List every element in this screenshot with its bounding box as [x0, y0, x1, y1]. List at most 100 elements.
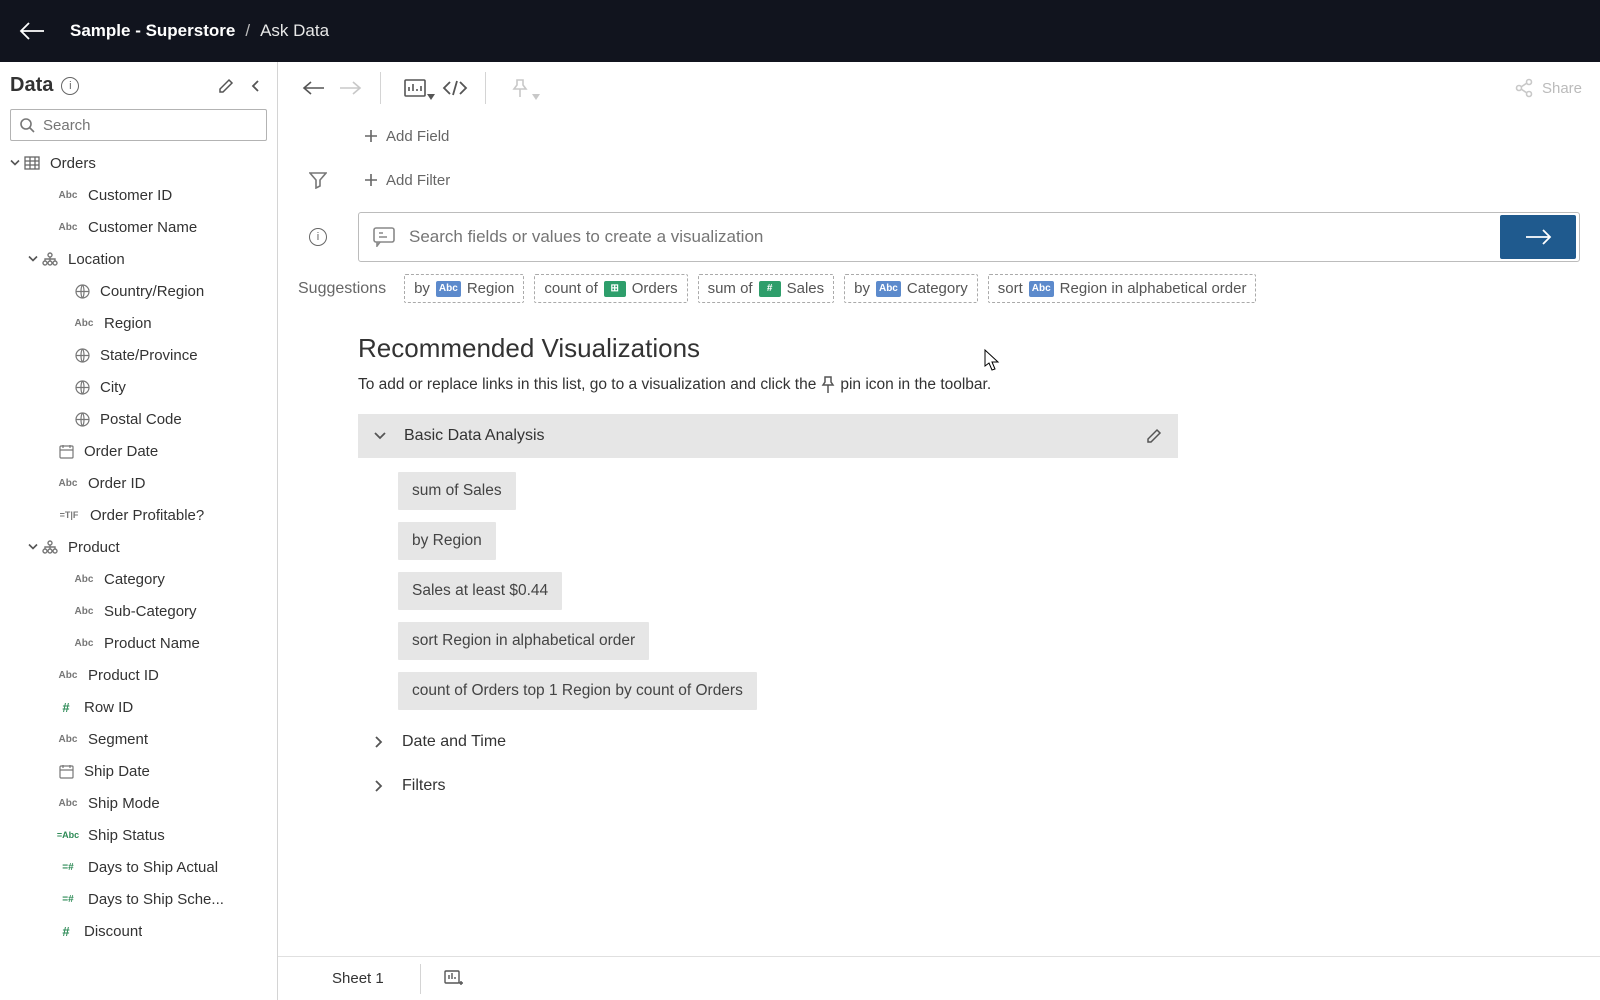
plus-icon — [364, 129, 378, 143]
suggestion-chip[interactable]: byAbcCategory — [844, 274, 978, 303]
field-label: Discount — [84, 923, 142, 940]
toolbar-separator — [485, 72, 486, 104]
share-button: Share — [1514, 78, 1582, 98]
field-product-id[interactable]: AbcProduct ID — [0, 659, 277, 691]
field-region[interactable]: AbcRegion — [0, 307, 277, 339]
add-field-button[interactable]: Add Field — [358, 124, 455, 149]
add-filter-button[interactable]: Add Filter — [358, 168, 456, 193]
info-icon[interactable]: i — [298, 228, 338, 246]
field-label: City — [100, 379, 126, 396]
field-label: Sub-Category — [104, 603, 197, 620]
code-button[interactable] — [437, 70, 473, 106]
field-order-profitable-[interactable]: =T|FOrder Profitable? — [0, 499, 277, 531]
field-label: Order Profitable? — [90, 507, 204, 524]
field-product[interactable]: Product — [0, 531, 277, 563]
group-label: Filters — [402, 777, 1162, 795]
info-icon[interactable]: i — [61, 77, 79, 95]
field-city[interactable]: City — [0, 371, 277, 403]
recommendation-link[interactable]: sum of Sales — [398, 472, 516, 510]
field-order-date[interactable]: Order Date — [0, 435, 277, 467]
share-icon — [1514, 78, 1534, 98]
recommendation-items: sum of Sales by Region Sales at least $0.4… — [358, 458, 1580, 720]
field-state-province[interactable]: State/Province — [0, 339, 277, 371]
recommendation-link[interactable]: sort Region in alphabetical order — [398, 622, 649, 660]
field-order-id[interactable]: AbcOrder ID — [0, 467, 277, 499]
field-type-badge: Abc — [876, 281, 901, 297]
undo-button[interactable] — [296, 70, 332, 106]
toolbar-separator — [380, 72, 381, 104]
edit-icon[interactable] — [1146, 428, 1162, 444]
suggestion-chip[interactable]: sum of#Sales — [698, 274, 835, 303]
suggestion-chip[interactable]: sortAbcRegion in alphabetical order — [988, 274, 1257, 303]
field-customer-name[interactable]: AbcCustomer Name — [0, 211, 277, 243]
field-label: Customer Name — [88, 219, 197, 236]
group-basic-data-analysis[interactable]: Basic Data Analysis — [358, 414, 1178, 458]
suggestions-label: Suggestions — [298, 280, 386, 298]
add-field-row: Add Field — [298, 114, 1580, 158]
field-label: Location — [68, 251, 125, 268]
field-days-to-ship-actual[interactable]: =#Days to Ship Actual — [0, 851, 277, 883]
chevron-down-icon — [427, 94, 435, 100]
field-label: Product ID — [88, 667, 159, 684]
collapse-sidebar-icon[interactable] — [245, 75, 267, 97]
field-type-badge: ⊞ — [604, 281, 626, 297]
field-label: Order ID — [88, 475, 146, 492]
recommendation-link[interactable]: Sales at least $0.44 — [398, 572, 562, 610]
sheet-tab[interactable]: Sheet 1 — [314, 962, 402, 995]
back-arrow-icon[interactable] — [18, 17, 46, 45]
field-location[interactable]: Location — [0, 243, 277, 275]
field-segment[interactable]: AbcSegment — [0, 723, 277, 755]
field-customer-id[interactable]: AbcCustomer ID — [0, 179, 277, 211]
field-product-name[interactable]: AbcProduct Name — [0, 627, 277, 659]
field-country-region[interactable]: Country/Region — [0, 275, 277, 307]
field-ship-date[interactable]: Ship Date — [0, 755, 277, 787]
group-label: Date and Time — [402, 733, 1162, 751]
share-label: Share — [1542, 80, 1582, 97]
add-field-label: Add Field — [386, 128, 449, 145]
new-sheet-button[interactable] — [439, 964, 469, 994]
field-postal-code[interactable]: Postal Code — [0, 403, 277, 435]
redo-button — [332, 70, 368, 106]
sidebar-header: Data i — [0, 62, 277, 103]
recommendation-link[interactable]: by Region — [398, 522, 496, 560]
viz-type-button[interactable] — [393, 70, 437, 106]
field-label: Region — [104, 315, 152, 332]
field-discount[interactable]: #Discount — [0, 915, 277, 947]
field-row-id[interactable]: #Row ID — [0, 691, 277, 723]
query-input[interactable] — [409, 227, 1497, 247]
group-label: Basic Data Analysis — [404, 427, 1128, 445]
field-ship-mode[interactable]: AbcShip Mode — [0, 787, 277, 819]
main-panel: Share Add Field Add Filter — [278, 62, 1600, 1000]
field-label: Row ID — [84, 699, 133, 716]
recommendation-link[interactable]: count of Orders top 1 Region by count of… — [398, 672, 757, 710]
top-nav: Sample - Superstore / Ask Data — [0, 0, 1600, 62]
pin-button — [498, 70, 542, 106]
plus-icon — [364, 173, 378, 187]
sidebar-search[interactable] — [10, 109, 267, 141]
field-label: Ship Mode — [88, 795, 160, 812]
group-date-and-time[interactable]: Date and Time — [358, 720, 1178, 764]
field-label: Product — [68, 539, 120, 556]
search-icon — [19, 117, 35, 133]
field-label: Ship Date — [84, 763, 150, 780]
edit-icon[interactable] — [215, 75, 237, 97]
pin-icon — [820, 376, 836, 394]
breadcrumb-root[interactable]: Sample - Superstore — [70, 21, 235, 41]
chevron-right-icon — [374, 736, 384, 748]
field-label: Order Date — [84, 443, 158, 460]
field-sub-category[interactable]: AbcSub-Category — [0, 595, 277, 627]
field-orders[interactable]: Orders — [0, 147, 277, 179]
suggestion-chip[interactable]: byAbcRegion — [404, 274, 524, 303]
field-category[interactable]: AbcCategory — [0, 563, 277, 595]
field-ship-status[interactable]: =AbcShip Status — [0, 819, 277, 851]
group-filters[interactable]: Filters — [358, 764, 1178, 808]
sidebar-search-input[interactable] — [43, 117, 258, 134]
chevron-down-icon — [8, 158, 22, 168]
suggestion-chip[interactable]: count of⊞Orders — [534, 274, 687, 303]
field-label: Days to Ship Sche... — [88, 891, 224, 908]
add-filter-label: Add Filter — [386, 172, 450, 189]
breadcrumb-current: Ask Data — [260, 21, 329, 41]
field-days-to-ship-sche-[interactable]: =#Days to Ship Sche... — [0, 883, 277, 915]
submit-query-button[interactable] — [1500, 215, 1576, 259]
recommended-description: To add or replace links in this list, go… — [358, 376, 1580, 394]
